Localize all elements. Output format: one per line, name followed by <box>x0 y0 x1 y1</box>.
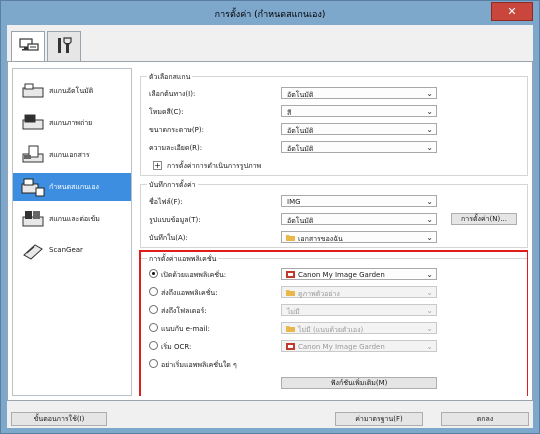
dialog-client-area: สแกนอัตโนมัติ สแกนภาพถ่าย สแกนเอกสาร กำห… <box>7 25 533 428</box>
save-in-value: เอกสารของฉัน <box>298 235 343 243</box>
sidebar-item-label: สแกนภาพถ่าย <box>49 119 93 127</box>
sidebar-item-stitch-scan[interactable]: สแกนและต่อเข้ม <box>13 205 131 233</box>
tab-strip <box>7 25 533 62</box>
resolution-value: อัตโนมัติ <box>287 145 314 153</box>
stitch-scan-icon <box>22 211 44 227</box>
data-format-value: อัตโนมัติ <box>287 217 314 225</box>
expand-image-processing-button[interactable]: + <box>153 161 162 170</box>
instructions-button[interactable]: ขั้นตอนการใช้(I) <box>11 412 107 426</box>
save-in-dropdown[interactable]: เอกสารของฉัน ⌄ <box>281 231 437 243</box>
settings-panel: ตัวเลือกสแกน เลือกต้นทาง(I): อัตโนมัติ ⌄… <box>132 68 528 396</box>
scangear-icon <box>23 244 43 260</box>
save-settings-group: บันทึกการตั้งค่า ชื่อไฟล์(F): IMG ⌄ รูปแ… <box>140 180 528 248</box>
document-scan-icon <box>22 145 44 163</box>
sidebar-item-label: ScanGear <box>49 246 83 254</box>
custom-scan-icon <box>21 178 45 197</box>
resolution-dropdown[interactable]: อัตโนมัติ ⌄ <box>281 141 437 153</box>
settings-window: การตั้งค่า (กำหนดสแกนเอง) ✕ สแกนอัตโนมัต… <box>0 0 540 434</box>
file-name-value: IMG <box>287 198 301 206</box>
data-format-label: รูปแบบข้อมูล(T): <box>149 216 201 224</box>
content-frame: สแกนอัตโนมัติ สแกนภาพถ่าย สแกนเอกสาร กำห… <box>7 61 533 401</box>
highlight-frame <box>139 250 528 396</box>
resolution-label: ความละเอียด(R): <box>149 144 203 152</box>
folder-icon <box>286 235 295 241</box>
ok-button[interactable]: ตกลง <box>441 412 529 426</box>
source-label: เลือกต้นทาง(I): <box>149 90 196 98</box>
paper-size-dropdown[interactable]: อัตโนมัติ ⌄ <box>281 123 437 135</box>
title-bar[interactable]: การตั้งค่า (กำหนดสแกนเอง) ✕ <box>1 1 539 25</box>
chevron-down-icon: ⌄ <box>426 143 433 152</box>
color-mode-value: สี <box>287 109 292 117</box>
save-in-label: บันทึกใน(A): <box>149 234 188 242</box>
color-mode-label: โหมดสี(C): <box>149 108 184 116</box>
tab-scan-settings[interactable] <box>11 31 45 62</box>
sidebar-item-auto-scan[interactable]: สแกนอัตโนมัติ <box>13 77 131 105</box>
sidebar-item-custom-scan[interactable]: กำหนดสแกนเอง <box>13 173 131 201</box>
data-format-dropdown[interactable]: อัตโนมัติ ⌄ <box>281 213 437 225</box>
file-name-label: ชื่อไฟล์(F): <box>149 198 183 206</box>
sidebar: สแกนอัตโนมัติ สแกนภาพถ่าย สแกนเอกสาร กำห… <box>12 68 132 396</box>
paper-size-label: ขนาดกระดาษ(P): <box>149 126 204 134</box>
format-settings-button[interactable]: การตั้งค่า(N)... <box>451 213 517 225</box>
sidebar-item-photo-scan[interactable]: สแกนภาพถ่าย <box>13 109 131 137</box>
file-name-combo[interactable]: IMG ⌄ <box>281 195 437 207</box>
auto-scan-icon <box>22 83 44 98</box>
close-button[interactable]: ✕ <box>491 2 533 21</box>
sidebar-item-label: สแกนเอกสาร <box>49 151 90 159</box>
chevron-down-icon: ⌄ <box>426 89 433 98</box>
chevron-down-icon: ⌄ <box>426 233 433 242</box>
defaults-button[interactable]: ค่ามาตรฐาน(F) <box>335 412 423 426</box>
color-mode-dropdown[interactable]: สี ⌄ <box>281 105 437 117</box>
tools-icon <box>58 37 72 53</box>
scan-options-title: ตัวเลือกสแกน <box>147 72 193 83</box>
chevron-down-icon: ⌄ <box>426 215 433 224</box>
sidebar-item-label: สแกนอัตโนมัติ <box>49 87 94 95</box>
chevron-down-icon: ⌄ <box>426 125 433 134</box>
sidebar-item-label: สแกนและต่อเข้ม <box>49 215 100 223</box>
photo-scan-icon <box>22 114 44 130</box>
image-processing-label[interactable]: การตั้งค่าการดำเนินการรูปภาพ <box>167 161 261 172</box>
chevron-down-icon: ⌄ <box>426 197 433 206</box>
scanner-computer-icon <box>19 38 39 51</box>
sidebar-item-label: กำหนดสแกนเอง <box>49 183 99 191</box>
source-dropdown[interactable]: อัตโนมัติ ⌄ <box>281 87 437 99</box>
source-value: อัตโนมัติ <box>287 91 314 99</box>
window-title: การตั้งค่า (กำหนดสแกนเอง) <box>214 10 326 20</box>
chevron-down-icon: ⌄ <box>426 107 433 116</box>
scan-options-group: ตัวเลือกสแกน เลือกต้นทาง(I): อัตโนมัติ ⌄… <box>140 72 528 176</box>
paper-size-value: อัตโนมัติ <box>287 127 314 135</box>
save-settings-title: บันทึกการตั้งค่า <box>147 180 198 191</box>
sidebar-item-document-scan[interactable]: สแกนเอกสาร <box>13 141 131 169</box>
sidebar-item-scangear[interactable]: ScanGear <box>13 237 131 265</box>
tab-general-settings[interactable] <box>47 31 81 61</box>
